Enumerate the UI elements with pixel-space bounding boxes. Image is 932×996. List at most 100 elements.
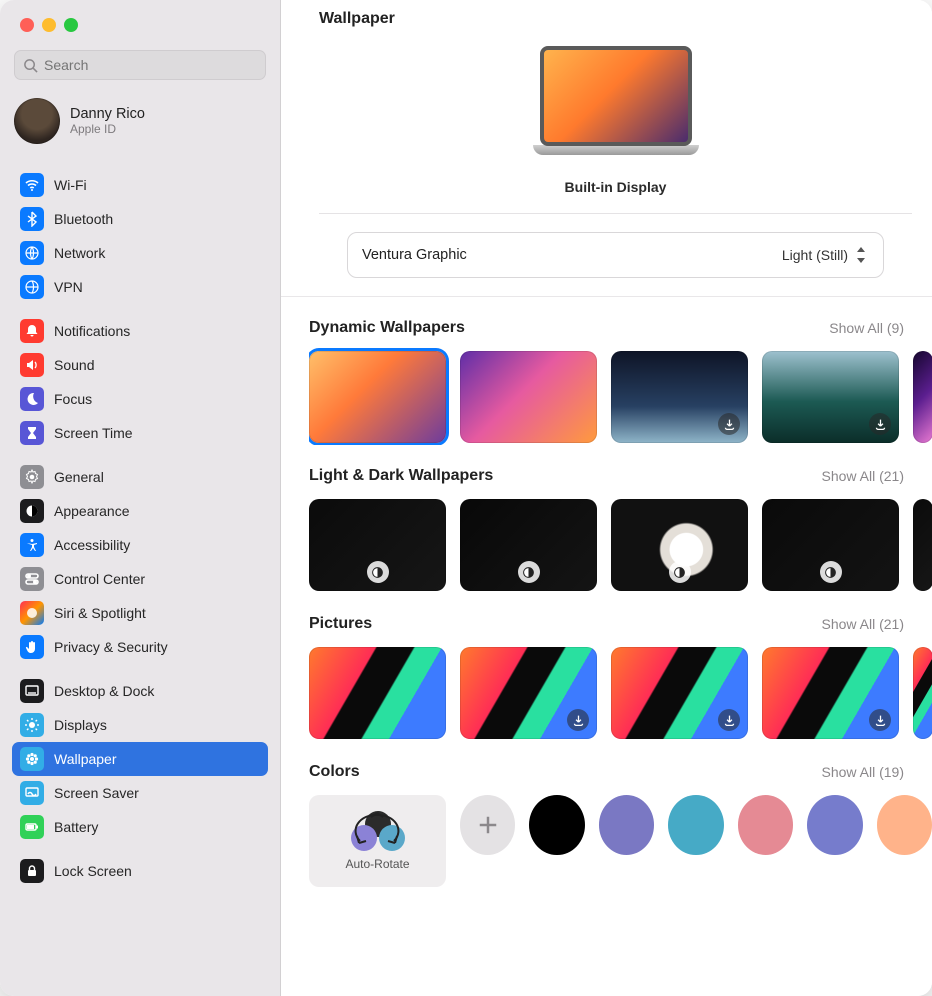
wallpaper-thumb[interactable]: [913, 499, 932, 591]
wallpaper-thumb[interactable]: [611, 647, 748, 739]
search-field[interactable]: [14, 50, 266, 80]
close-window-button[interactable]: [20, 18, 34, 32]
switches-icon: [20, 567, 44, 591]
sidebar-item-label: Privacy & Security: [54, 639, 168, 655]
sidebar-item-notifications[interactable]: Notifications: [12, 314, 268, 348]
sidebar-item-displays[interactable]: Displays: [12, 708, 268, 742]
download-icon: [718, 413, 740, 435]
sidebar-item-label: Screen Time: [54, 425, 133, 441]
wallpaper-preview: [540, 46, 692, 146]
sidebar: Danny Rico Apple ID Wi-Fi Bluetooth: [0, 0, 281, 996]
speaker-icon: [20, 353, 44, 377]
sidebar-item-general[interactable]: General: [12, 460, 268, 494]
window-controls: [0, 0, 280, 40]
wallpaper-thumb[interactable]: [762, 499, 899, 591]
sidebar-item-wallpaper[interactable]: Wallpaper: [12, 742, 268, 776]
current-wallpaper-name: Ventura Graphic: [362, 247, 467, 263]
sidebar-item-label: VPN: [54, 279, 83, 295]
sidebar-item-label: Control Center: [54, 571, 145, 587]
light-dark-icon: [518, 561, 540, 583]
wallpaper-mode-popup[interactable]: Light (Still): [782, 246, 869, 264]
sidebar-item-screen-time[interactable]: Screen Time: [12, 416, 268, 450]
accessibility-icon: [20, 533, 44, 557]
flower-icon: [20, 747, 44, 771]
gear-icon: [20, 465, 44, 489]
show-all-button[interactable]: Show All (21): [822, 616, 904, 632]
zoom-window-button[interactable]: [64, 18, 78, 32]
sidebar-item-label: Appearance: [54, 503, 130, 519]
light-dark-icon: [669, 561, 691, 583]
sidebar-item-appearance[interactable]: Appearance: [12, 494, 268, 528]
sidebar-item-bluetooth[interactable]: Bluetooth: [12, 202, 268, 236]
download-icon: [869, 709, 891, 731]
chevron-up-down-icon: [854, 246, 869, 264]
sidebar-item-screen-saver[interactable]: Screen Saver: [12, 776, 268, 810]
wallpaper-thumb[interactable]: [309, 647, 446, 739]
sidebar-item-vpn[interactable]: VPN: [12, 270, 268, 304]
globe-icon: [20, 241, 44, 265]
minimize-window-button[interactable]: [42, 18, 56, 32]
sidebar-item-label: Wallpaper: [54, 751, 117, 767]
wallpaper-thumb[interactable]: [913, 647, 932, 739]
download-icon: [567, 709, 589, 731]
wallpaper-thumb[interactable]: [309, 499, 446, 591]
add-color-button[interactable]: [460, 795, 515, 855]
color-swatch[interactable]: [599, 795, 654, 855]
wallpaper-thumb[interactable]: [460, 499, 597, 591]
wallpaper-thumb[interactable]: [762, 647, 899, 739]
sidebar-item-label: Accessibility: [54, 537, 130, 553]
show-all-button[interactable]: Show All (19): [822, 764, 904, 780]
wallpaper-thumb[interactable]: [611, 499, 748, 591]
wallpaper-thumb[interactable]: [762, 351, 899, 443]
sidebar-item-siri[interactable]: Siri & Spotlight: [12, 596, 268, 630]
siri-icon: [20, 601, 44, 625]
apple-id-row[interactable]: Danny Rico Apple ID: [0, 88, 280, 158]
wallpaper-mode-row: Ventura Graphic Light (Still): [347, 232, 884, 278]
section-pictures: Pictures Show All (21): [309, 593, 932, 741]
wallpaper-mode-value: Light (Still): [782, 247, 848, 263]
search-input[interactable]: [44, 57, 257, 73]
sidebar-item-lock-screen[interactable]: Lock Screen: [12, 854, 268, 888]
bluetooth-icon: [20, 207, 44, 231]
wallpaper-thumb[interactable]: [611, 351, 748, 443]
wifi-icon: [20, 173, 44, 197]
sidebar-nav: Wi-Fi Bluetooth Network: [0, 158, 280, 996]
sidebar-item-label: Screen Saver: [54, 785, 139, 801]
wallpaper-thumb[interactable]: [460, 647, 597, 739]
show-all-button[interactable]: Show All (21): [822, 468, 904, 484]
sidebar-item-label: Sound: [54, 357, 94, 373]
section-light-dark: Light & Dark Wallpapers Show All (21): [309, 445, 932, 593]
sidebar-item-sound[interactable]: Sound: [12, 348, 268, 382]
download-icon: [718, 709, 740, 731]
color-swatch[interactable]: [529, 795, 584, 855]
sidebar-item-label: General: [54, 469, 104, 485]
sidebar-item-desktop-dock[interactable]: Desktop & Dock: [12, 674, 268, 708]
color-swatch[interactable]: [807, 795, 862, 855]
wallpaper-thumb[interactable]: [913, 351, 932, 443]
search-icon: [23, 58, 38, 73]
show-all-button[interactable]: Show All (9): [829, 320, 904, 336]
bell-icon: [20, 319, 44, 343]
color-swatch[interactable]: [738, 795, 793, 855]
section-title: Pictures: [309, 615, 372, 633]
dock-icon: [20, 679, 44, 703]
sidebar-item-label: Siri & Spotlight: [54, 605, 146, 621]
sidebar-item-battery[interactable]: Battery: [12, 810, 268, 844]
sidebar-item-label: Notifications: [54, 323, 130, 339]
color-swatch[interactable]: [877, 795, 932, 855]
settings-window: Danny Rico Apple ID Wi-Fi Bluetooth: [0, 0, 932, 996]
sidebar-item-accessibility[interactable]: Accessibility: [12, 528, 268, 562]
sidebar-item-focus[interactable]: Focus: [12, 382, 268, 416]
sidebar-item-network[interactable]: Network: [12, 236, 268, 270]
wallpaper-thumb[interactable]: [460, 351, 597, 443]
wallpaper-thumb[interactable]: [309, 351, 446, 443]
main-pane: Wallpaper Built-in Display Ventura Graph…: [281, 0, 932, 996]
sidebar-item-wifi[interactable]: Wi-Fi: [12, 168, 268, 202]
screensaver-icon: [20, 781, 44, 805]
sidebar-item-control-center[interactable]: Control Center: [12, 562, 268, 596]
auto-rotate-tile[interactable]: Auto-Rotate: [309, 795, 446, 887]
sidebar-item-privacy[interactable]: Privacy & Security: [12, 630, 268, 664]
light-dark-icon: [367, 561, 389, 583]
display-preview: [319, 28, 912, 169]
color-swatch[interactable]: [668, 795, 723, 855]
